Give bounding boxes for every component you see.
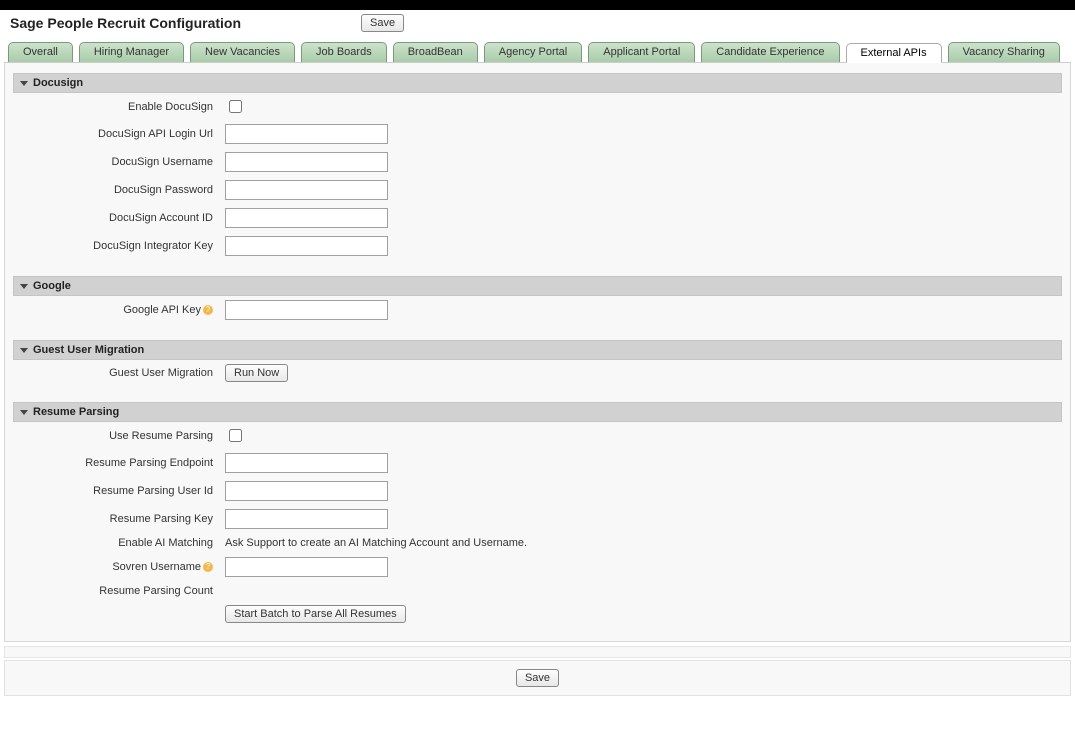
input-google-api-key[interactable] [225, 300, 388, 320]
input-sovren-username[interactable] [225, 557, 388, 577]
section-title: Google [33, 280, 71, 292]
section-header-docusign[interactable]: Docusign [13, 73, 1062, 93]
section-resume-parsing: Resume Parsing Use Resume Parsing Resume… [13, 402, 1062, 627]
label-resume-parsing-count: Resume Parsing Count [13, 585, 225, 597]
collapse-icon [20, 81, 28, 86]
input-docusign-login-url[interactable] [225, 124, 388, 144]
input-docusign-integrator-key[interactable] [225, 236, 388, 256]
input-docusign-account-id[interactable] [225, 208, 388, 228]
tab-applicant-portal[interactable]: Applicant Portal [588, 42, 695, 62]
label-docusign-account-id: DocuSign Account ID [13, 212, 225, 224]
input-resume-endpoint[interactable] [225, 453, 388, 473]
label-docusign-password: DocuSign Password [13, 184, 225, 196]
section-google: Google Google API Key? [13, 276, 1062, 324]
section-header-resume[interactable]: Resume Parsing [13, 402, 1062, 422]
label-resume-endpoint: Resume Parsing Endpoint [13, 457, 225, 469]
tab-new-vacancies[interactable]: New Vacancies [190, 42, 295, 62]
tab-external-apis[interactable]: External APIs [846, 43, 942, 63]
save-button-bottom[interactable]: Save [516, 669, 559, 687]
label-docusign-integrator-key: DocuSign Integrator Key [13, 240, 225, 252]
tab-bar: Overall Hiring Manager New Vacancies Job… [0, 42, 1075, 62]
label-use-resume-parsing: Use Resume Parsing [13, 430, 225, 442]
collapse-icon [20, 348, 28, 353]
checkbox-use-resume-parsing[interactable] [229, 429, 242, 442]
label-resume-user-id: Resume Parsing User Id [13, 485, 225, 497]
collapse-icon [20, 284, 28, 289]
section-docusign: Docusign Enable DocuSign DocuSign API Lo… [13, 73, 1062, 260]
label-docusign-login-url: DocuSign API Login Url [13, 128, 225, 140]
top-black-bar [0, 0, 1075, 10]
label-resume-key: Resume Parsing Key [13, 513, 225, 525]
run-now-button[interactable]: Run Now [225, 364, 288, 382]
save-button-top[interactable]: Save [361, 14, 404, 32]
tab-job-boards[interactable]: Job Boards [301, 42, 387, 62]
collapse-icon [20, 410, 28, 415]
page-header: Sage People Recruit Configuration Save [0, 10, 1075, 42]
label-guest-migration: Guest User Migration [13, 367, 225, 379]
main-panel: Docusign Enable DocuSign DocuSign API Lo… [4, 62, 1071, 642]
tab-agency-portal[interactable]: Agency Portal [484, 42, 582, 62]
tab-overall[interactable]: Overall [8, 42, 73, 62]
checkbox-enable-docusign[interactable] [229, 100, 242, 113]
section-title: Resume Parsing [33, 406, 119, 418]
start-batch-button[interactable]: Start Batch to Parse All Resumes [225, 605, 406, 623]
section-title: Guest User Migration [33, 344, 144, 356]
section-header-google[interactable]: Google [13, 276, 1062, 296]
section-guest-migration: Guest User Migration Guest User Migratio… [13, 340, 1062, 386]
label-enable-docusign: Enable DocuSign [13, 101, 225, 113]
label-sovren-username: Sovren Username? [13, 561, 225, 573]
help-icon[interactable]: ? [203, 305, 213, 315]
label-google-api-key: Google API Key? [13, 304, 225, 316]
tab-candidate-experience[interactable]: Candidate Experience [701, 42, 839, 62]
tab-vacancy-sharing[interactable]: Vacancy Sharing [948, 42, 1060, 62]
page-title: Sage People Recruit Configuration [10, 15, 241, 31]
section-header-guest[interactable]: Guest User Migration [13, 340, 1062, 360]
label-docusign-username: DocuSign Username [13, 156, 225, 168]
label-enable-ai-matching: Enable AI Matching [13, 537, 225, 549]
note-ai-matching: Ask Support to create an AI Matching Acc… [225, 537, 527, 549]
tab-hiring-manager[interactable]: Hiring Manager [79, 42, 184, 62]
section-title: Docusign [33, 77, 83, 89]
input-docusign-username[interactable] [225, 152, 388, 172]
input-resume-key[interactable] [225, 509, 388, 529]
footer-bar: Save [4, 660, 1071, 696]
input-docusign-password[interactable] [225, 180, 388, 200]
help-icon[interactable]: ? [203, 562, 213, 572]
separator-bar [4, 646, 1071, 658]
input-resume-user-id[interactable] [225, 481, 388, 501]
tab-broadbean[interactable]: BroadBean [393, 42, 478, 62]
